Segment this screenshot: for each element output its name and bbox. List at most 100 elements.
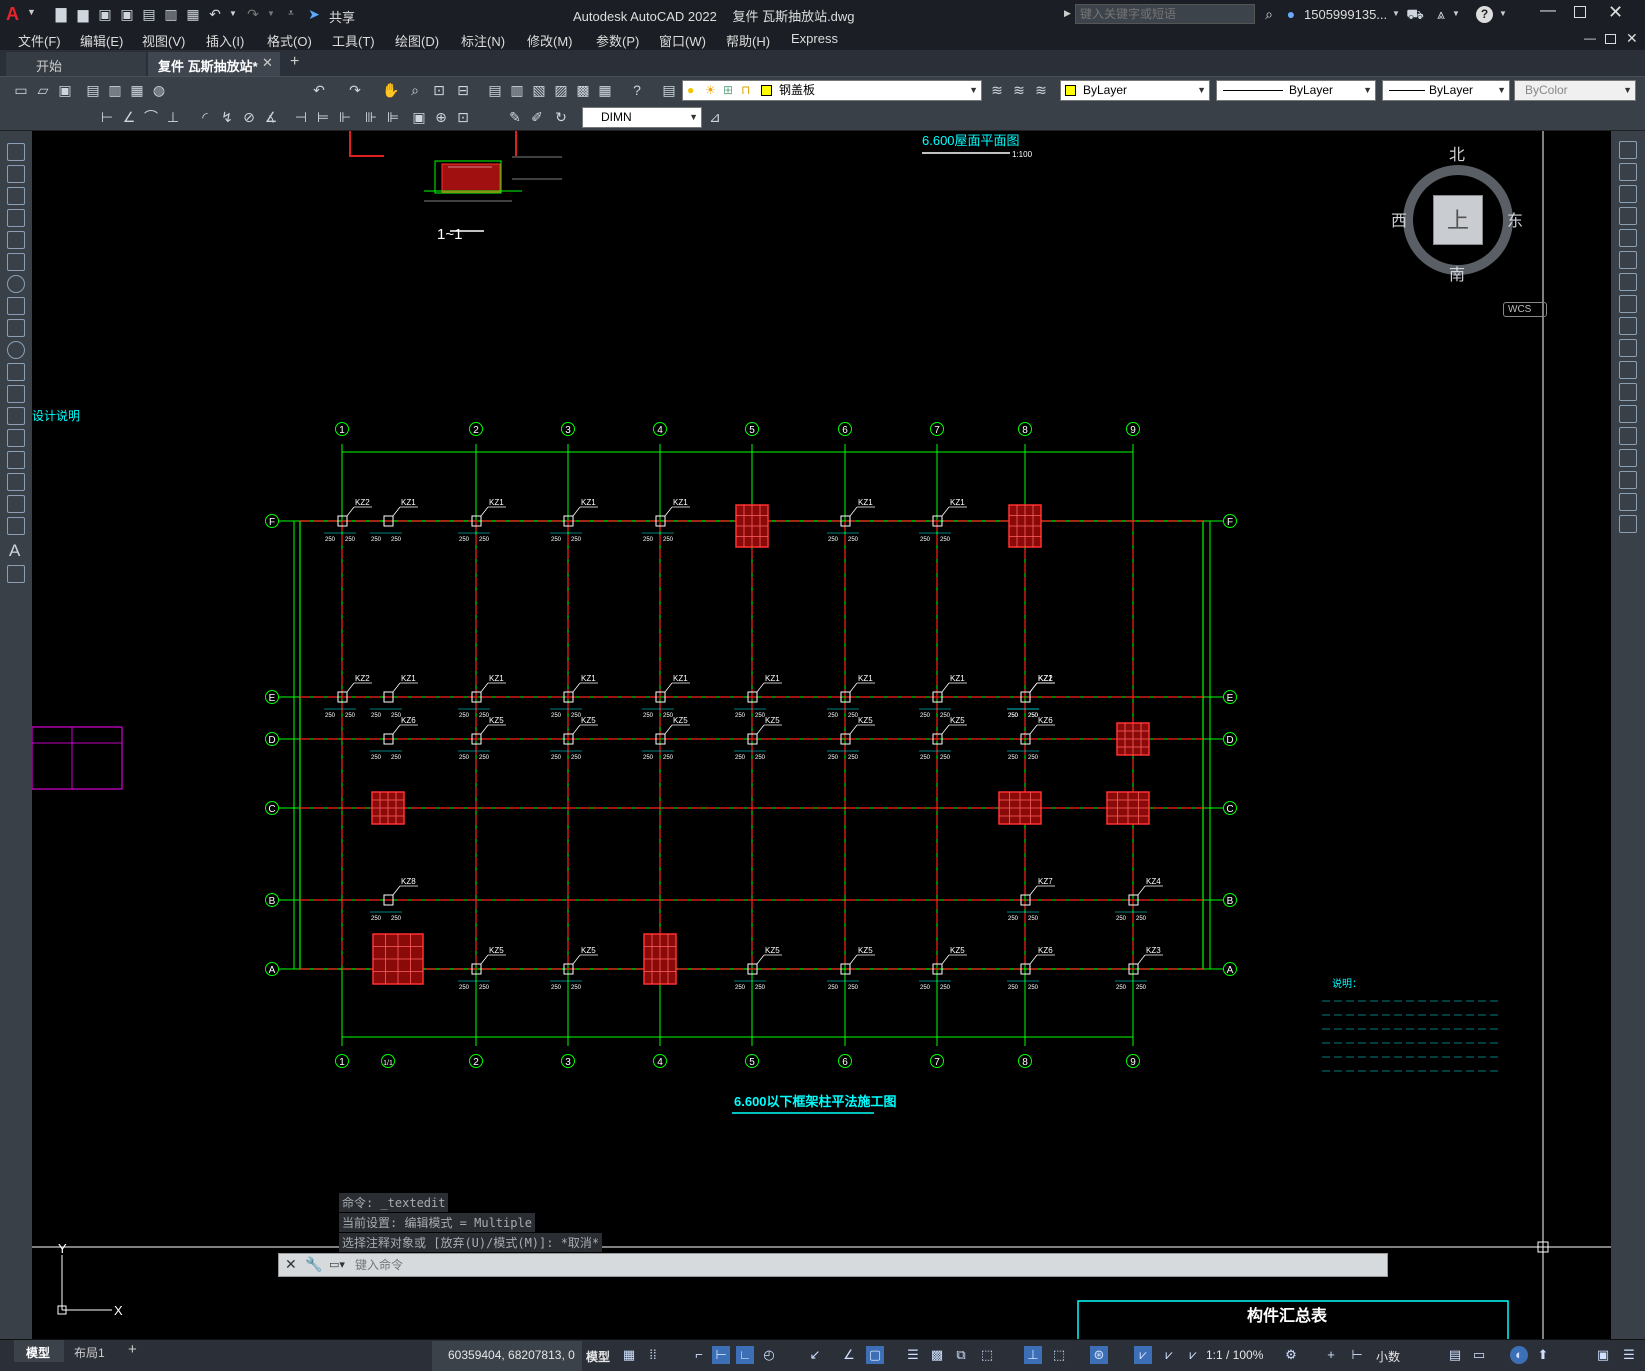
blend-icon[interactable] <box>1619 493 1637 511</box>
3d-osnap-icon[interactable]: ⬚ <box>978 1346 996 1364</box>
continue-dim-icon[interactable]: ⊩ <box>336 108 354 126</box>
save-as-icon[interactable]: ▣ <box>118 5 136 23</box>
revcloud-icon[interactable] <box>7 297 25 315</box>
wcs-menu[interactable]: WCS <box>1503 302 1547 317</box>
command-close-icon[interactable]: ✕ <box>285 1256 297 1273</box>
radius-dim-icon[interactable]: ◜ <box>196 108 214 126</box>
annotation-scale-value[interactable]: 1:1 / 100% <box>1206 1348 1263 1362</box>
angular-dim-icon[interactable]: ∡ <box>262 108 280 126</box>
point-icon[interactable] <box>7 429 25 447</box>
line-icon[interactable] <box>7 143 25 161</box>
dim-text-edit-icon[interactable]: ✐ <box>528 108 546 126</box>
open-folder-icon[interactable]: ▆ <box>74 5 92 23</box>
quick-dim-icon[interactable]: ⊣ <box>292 108 310 126</box>
command-recent-icon[interactable]: ▭▾ <box>329 1258 345 1271</box>
plotstyle-combo[interactable]: ByColor ▼ <box>1514 80 1636 101</box>
properties-icon[interactable]: ▤ <box>486 81 504 99</box>
scale-icon[interactable] <box>1619 295 1637 313</box>
insert-block-icon[interactable] <box>7 385 25 403</box>
units-value[interactable]: 小数 <box>1376 1348 1400 1365</box>
drawing-canvas[interactable]: 1~1 6.600屋面平面图 1:100 设计说明 Y X 构件汇总表 说明： … <box>32 131 1611 1339</box>
gradient-icon[interactable] <box>7 473 25 491</box>
lineweight-display-icon[interactable]: ☰ <box>904 1346 922 1364</box>
rectangle-icon[interactable] <box>7 231 25 249</box>
menu-view[interactable]: 视图(V) <box>142 31 185 50</box>
join-icon[interactable] <box>1619 427 1637 445</box>
search-input[interactable] <box>1075 4 1255 24</box>
markup-icon[interactable]: ▩ <box>574 81 592 99</box>
autocad-logo-icon[interactable]: A <box>6 4 24 24</box>
menu-parametric[interactable]: 参数(P) <box>596 31 639 50</box>
object-snap-tracking-icon[interactable]: ∠ <box>840 1346 858 1364</box>
autodesk-a360-icon[interactable]: ⩓ <box>1432 5 1450 23</box>
quick-properties-icon[interactable]: ▤ <box>1446 1346 1464 1364</box>
layout-tab-layout1[interactable]: 布局1 <box>74 1344 105 1361</box>
hatch-icon[interactable] <box>7 451 25 469</box>
mtext-icon[interactable]: A <box>9 541 20 561</box>
sheet-set-icon[interactable]: ▨ <box>552 81 570 99</box>
explode-icon[interactable] <box>1619 515 1637 533</box>
undo-icon[interactable]: ↶ <box>206 5 224 23</box>
compass-south[interactable]: 南 <box>1449 261 1465 285</box>
open-web-icon[interactable]: ▤ <box>140 5 158 23</box>
tool-palettes-icon[interactable]: ▧ <box>530 81 548 99</box>
help-icon[interactable]: ? <box>1476 6 1493 23</box>
menu-express[interactable]: Express <box>791 31 838 46</box>
make-block-icon[interactable] <box>7 407 25 425</box>
doc-restore-icon[interactable] <box>1605 34 1616 44</box>
help-dropdown-icon[interactable]: ▼ <box>1499 9 1507 18</box>
ordinate-dim-icon[interactable]: ⊥ <box>164 108 182 126</box>
dim-update-icon[interactable]: ↻ <box>552 108 570 126</box>
isolate-objects-icon[interactable]: ◐ <box>1510 1346 1528 1364</box>
layer-states-icon[interactable]: ≋ <box>1032 81 1050 99</box>
menu-file[interactable]: 文件(F) <box>18 31 61 50</box>
zoom-window-icon[interactable]: ⊡ <box>430 81 448 99</box>
aligned-dim-icon[interactable]: ∠ <box>120 108 138 126</box>
inspect-icon[interactable]: ⊡ <box>454 108 472 126</box>
redo-dropdown-icon[interactable]: ▼ <box>262 5 280 23</box>
menu-tools[interactable]: 工具(T) <box>332 31 375 50</box>
menu-edit[interactable]: 编辑(E) <box>80 31 123 50</box>
compass-east[interactable]: 东 <box>1507 207 1523 231</box>
selection-filter-icon[interactable]: ⬚ <box>1050 1346 1068 1364</box>
make-current-icon[interactable]: ≋ <box>988 81 1006 99</box>
compass-north[interactable]: 北 <box>1449 141 1465 165</box>
erase-icon[interactable] <box>1619 141 1637 159</box>
mirror-icon[interactable] <box>1619 185 1637 203</box>
zoom-previous-icon[interactable]: ⊟ <box>454 81 472 99</box>
zoom-realtime-icon[interactable]: ⌕ <box>406 81 424 99</box>
offset-icon[interactable] <box>1619 207 1637 225</box>
command-customize-icon[interactable]: 🔧 <box>305 1256 322 1273</box>
lineweight-combo[interactable]: ByLayer ▼ <box>1382 80 1510 101</box>
layer-combo[interactable]: ● ☀ ⊞ ⊓ 钢盖板 ▼ <box>682 80 982 101</box>
menu-format[interactable]: 格式(O) <box>267 31 312 50</box>
chamfer-icon[interactable] <box>1619 449 1637 467</box>
polar-tracking-icon[interactable]: ◴ <box>760 1346 778 1364</box>
dynamic-ucs-icon[interactable]: ⊥ <box>1024 1346 1042 1364</box>
lock-ui-icon[interactable]: ▭ <box>1470 1346 1488 1364</box>
clean-screen-icon[interactable]: ▣ <box>1594 1346 1612 1364</box>
units-icon[interactable]: ⊢ <box>1348 1346 1366 1364</box>
object-snap-icon[interactable]: ▢ <box>866 1346 884 1364</box>
table-icon[interactable] <box>7 517 25 535</box>
color-combo[interactable]: ByLayer ▼ <box>1060 80 1210 101</box>
layout-tab-add[interactable]: + <box>128 1341 137 1358</box>
annotation-visibility-icon[interactable]: ⩗ <box>1134 1346 1152 1364</box>
snap-icon[interactable]: ⁞⁞ <box>644 1346 662 1364</box>
model-space-toggle[interactable]: 模型 <box>586 1348 610 1365</box>
annotation-monitor-icon[interactable]: + <box>1322 1346 1340 1364</box>
coordinate-value[interactable]: 60359404, 68207813, 0 <box>448 1348 575 1362</box>
share-icon[interactable]: ➤ <box>305 5 323 23</box>
redo-toolbar-icon[interactable]: ↷ <box>346 81 364 99</box>
user-dropdown-icon[interactable]: ▼ <box>1392 9 1400 18</box>
search-expand-icon[interactable]: ▶ <box>1064 8 1071 19</box>
hardware-acceleration-icon[interactable]: ⬆ <box>1534 1346 1552 1364</box>
design-center-icon[interactable]: ▥ <box>508 81 526 99</box>
etransmit-icon[interactable]: ◍ <box>150 81 168 99</box>
menu-modify[interactable]: 修改(M) <box>527 31 573 50</box>
user-icon[interactable]: ● <box>1282 5 1300 23</box>
a360-dropdown-icon[interactable]: ▼ <box>1452 9 1460 18</box>
undo-toolbar-icon[interactable]: ↶ <box>310 81 328 99</box>
menu-draw[interactable]: 绘图(D) <box>395 31 439 50</box>
redo-icon[interactable]: ↷ <box>244 5 262 23</box>
